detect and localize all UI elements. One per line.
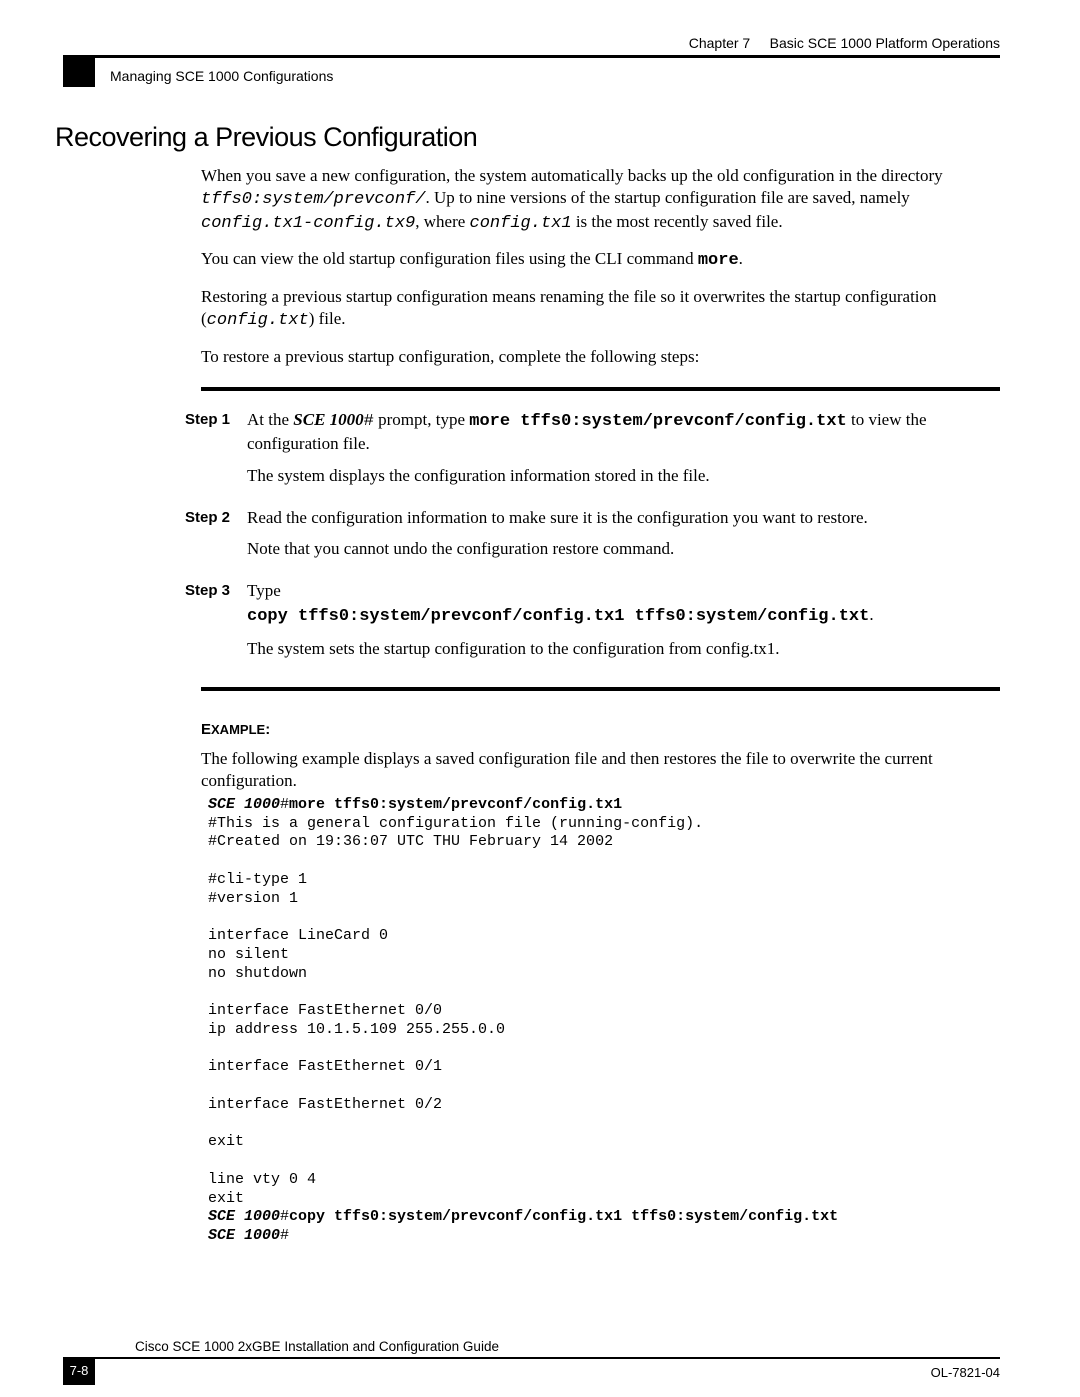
chapter-number: Chapter 7 xyxy=(689,35,750,51)
example-intro: The following example displays a saved c… xyxy=(201,748,1000,792)
intro-block: When you save a new configuration, the s… xyxy=(201,165,1000,367)
header-right: Chapter 7 Basic SCE 1000 Platform Operat… xyxy=(55,35,1000,51)
intro-p4: To restore a previous startup configurat… xyxy=(201,346,1000,368)
footer: Cisco SCE 1000 2xGBE Installation and Co… xyxy=(55,1339,1000,1359)
step-2: Step 2 Read the configuration informatio… xyxy=(185,507,1000,571)
step-3-label: Step 3 xyxy=(185,580,247,669)
footer-title: Cisco SCE 1000 2xGBE Installation and Co… xyxy=(135,1339,1000,1354)
step-1-body: At the SCE 1000# prompt, type more tffs0… xyxy=(247,409,1000,496)
page: Chapter 7 Basic SCE 1000 Platform Operat… xyxy=(0,0,1080,1397)
intro-p1: When you save a new configuration, the s… xyxy=(201,165,1000,234)
steps-end-rule xyxy=(201,687,1000,691)
step-2-body: Read the configuration information to ma… xyxy=(247,507,1000,571)
document-id: OL-7821-04 xyxy=(931,1365,1000,1380)
example-label: EXAMPLE: xyxy=(201,721,1000,738)
step-2-label: Step 2 xyxy=(185,507,247,571)
steps-start-rule xyxy=(201,387,1000,391)
intro-p3: Restoring a previous startup configurati… xyxy=(201,286,1000,332)
example-code: SCE 1000#more tffs0:system/prevconf/conf… xyxy=(208,796,1000,1246)
section-breadcrumb: Managing SCE 1000 Configurations xyxy=(110,68,1000,84)
footer-rule: 7-8 OL-7821-04 xyxy=(63,1357,1000,1359)
intro-p2: You can view the old startup configurati… xyxy=(201,248,1000,272)
chapter-title: Basic SCE 1000 Platform Operations xyxy=(770,35,1000,51)
step-1: Step 1 At the SCE 1000# prompt, type mor… xyxy=(185,409,1000,496)
header-marker-box xyxy=(63,55,95,87)
page-title: Recovering a Previous Configuration xyxy=(55,122,1000,153)
step-1-label: Step 1 xyxy=(185,409,247,496)
header-rule xyxy=(63,55,1000,58)
step-3-body: Type copy tffs0:system/prevconf/config.t… xyxy=(247,580,1000,669)
step-3: Step 3 Type copy tffs0:system/prevconf/c… xyxy=(185,580,1000,669)
page-number: 7-8 xyxy=(63,1357,95,1385)
steps-block: Step 1 At the SCE 1000# prompt, type mor… xyxy=(185,409,1000,669)
